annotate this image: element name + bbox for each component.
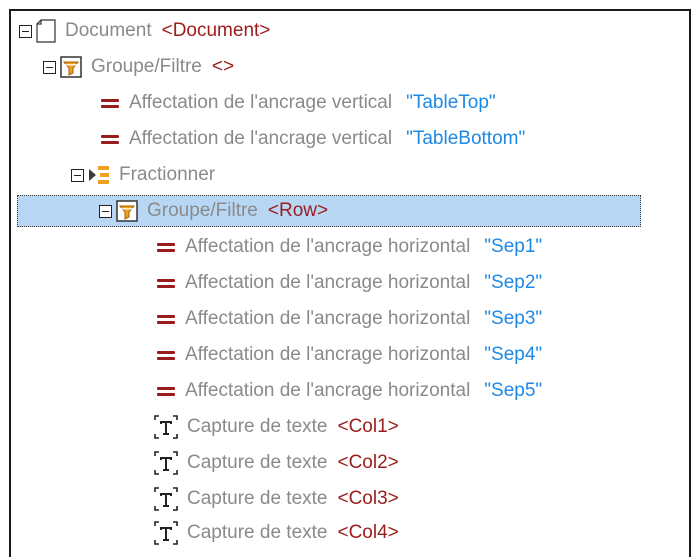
tree-node-text-capture[interactable]: Capture de texte <Col3> [153, 483, 399, 515]
node-tag: <Col3> [337, 488, 399, 509]
collapse-toggle-icon[interactable] [99, 204, 112, 218]
text-capture-icon [153, 450, 179, 476]
equals-icon [155, 348, 177, 362]
tree-node-anchor-horizontal[interactable]: Affectation de l'ancrage horizontal "Sep… [155, 267, 542, 299]
node-tag: <Col1> [337, 416, 399, 437]
node-label: Groupe/Filtre [91, 56, 202, 77]
collapse-toggle-icon[interactable] [71, 168, 84, 182]
tree-node-anchor-horizontal[interactable]: Affectation de l'ancrage horizontal "Sep… [155, 231, 542, 263]
tree-node-anchor-vertical[interactable]: Affectation de l'ancrage vertical "Table… [99, 87, 496, 119]
document-icon [35, 19, 57, 43]
node-label: Groupe/Filtre [147, 200, 258, 221]
tree-node-anchor-horizontal[interactable]: Affectation de l'ancrage horizontal "Sep… [155, 303, 542, 335]
node-label: Affectation de l'ancrage horizontal [185, 308, 471, 329]
collapse-toggle-icon[interactable] [19, 24, 32, 38]
equals-icon [99, 132, 121, 146]
node-label: Affectation de l'ancrage horizontal [185, 272, 471, 293]
equals-icon [155, 312, 177, 326]
equals-icon [155, 240, 177, 254]
tree-node-anchor-horizontal[interactable]: Affectation de l'ancrage horizontal "Sep… [155, 339, 542, 371]
tree-node-split[interactable]: Fractionner [71, 159, 215, 191]
node-value: "TableTop" [406, 92, 496, 113]
tree-node-text-capture[interactable]: Capture de texte <Col2> [153, 447, 399, 479]
node-tag: <Row> [267, 200, 329, 221]
node-value: "Sep5" [484, 380, 543, 401]
tree-node-anchor-horizontal[interactable]: Affectation de l'ancrage horizontal "Sep… [155, 375, 542, 407]
node-label: Capture de texte [187, 488, 328, 509]
equals-icon [155, 276, 177, 290]
node-tag: <> [211, 56, 235, 77]
filter-icon [115, 199, 139, 223]
node-label: Capture de texte [187, 452, 328, 473]
node-value: "Sep4" [484, 344, 543, 365]
tree-view-panel: Document <Document> Groupe/Filtre <> Aff… [9, 9, 691, 557]
node-tag: <Col2> [337, 452, 399, 473]
node-label: Capture de texte [187, 522, 328, 543]
collapse-toggle-icon[interactable] [43, 60, 56, 74]
text-capture-icon [153, 414, 179, 440]
node-label: Affectation de l'ancrage vertical [129, 92, 393, 113]
node-label: Fractionner [119, 164, 216, 185]
node-label: Capture de texte [187, 416, 328, 437]
tree-node-anchor-vertical[interactable]: Affectation de l'ancrage vertical "Table… [99, 123, 525, 155]
node-label: Document [65, 20, 152, 41]
node-value: "Sep1" [484, 236, 543, 257]
node-value: "Sep3" [484, 308, 543, 329]
node-tag: <Document> [161, 20, 271, 41]
filter-icon [59, 55, 83, 79]
node-label: Affectation de l'ancrage vertical [129, 128, 393, 149]
node-value: "TableBottom" [406, 128, 526, 149]
equals-icon [155, 384, 177, 398]
node-tag: <Col4> [337, 522, 399, 543]
tree-node-group-filter[interactable]: Groupe/Filtre <> [43, 51, 234, 83]
tree-node-document[interactable]: Document <Document> [19, 15, 270, 47]
node-value: "Sep2" [484, 272, 543, 293]
text-capture-icon [153, 486, 179, 512]
text-capture-icon [153, 520, 179, 546]
equals-icon [99, 96, 121, 110]
split-icon [87, 163, 111, 187]
tree-node-text-capture[interactable]: Capture de texte <Col4> [153, 517, 399, 549]
node-label: Affectation de l'ancrage horizontal [185, 236, 471, 257]
node-label: Affectation de l'ancrage horizontal [185, 344, 471, 365]
node-label: Affectation de l'ancrage horizontal [185, 380, 471, 401]
tree-node-text-capture[interactable]: Capture de texte <Col1> [153, 411, 399, 443]
tree-node-group-filter-selected[interactable]: Groupe/Filtre <Row> [17, 195, 641, 227]
